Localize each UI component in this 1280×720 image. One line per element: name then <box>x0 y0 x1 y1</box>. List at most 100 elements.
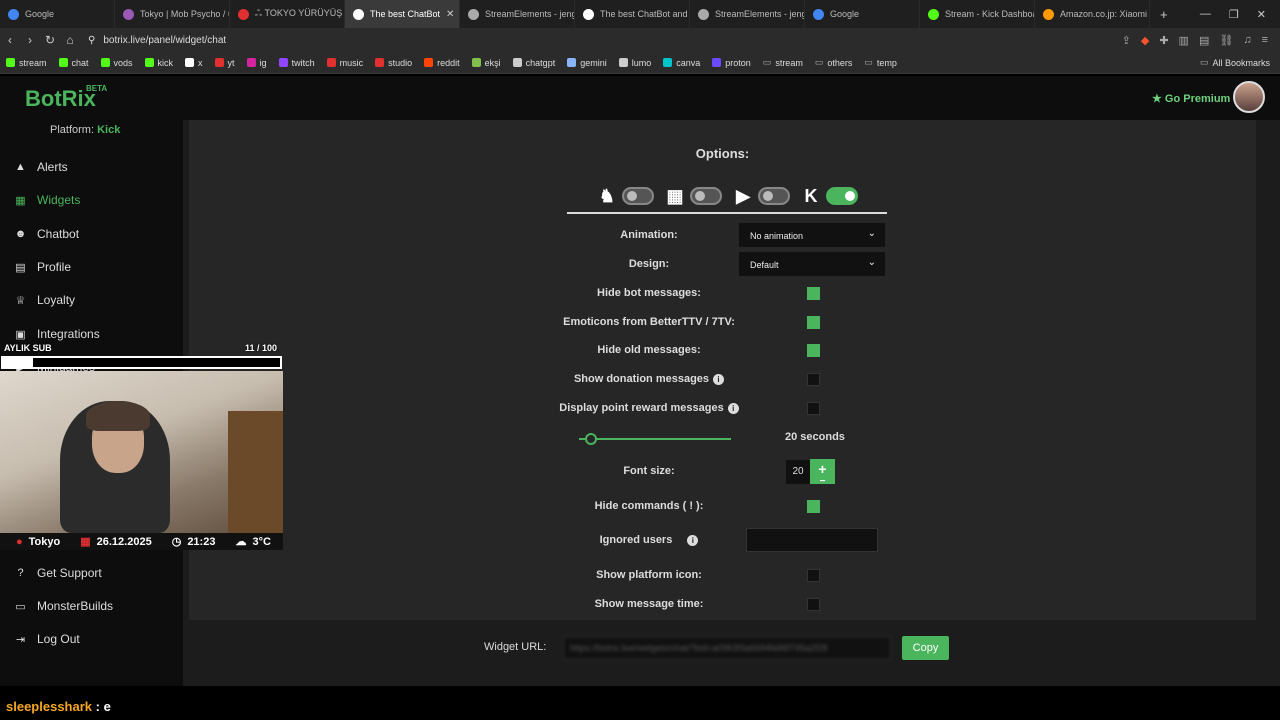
browser-tab[interactable]: Google <box>0 0 115 28</box>
menu-icon[interactable]: ≡ <box>1262 34 1268 47</box>
date-text: 26.12.2025 <box>96 535 152 548</box>
message-duration-slider[interactable] <box>579 438 731 440</box>
bookmark-item[interactable]: kick <box>139 58 180 68</box>
bookmark-item[interactable]: chatgpt <box>507 58 562 68</box>
sidebar-item-get-support[interactable]: ? Get Support <box>14 566 101 580</box>
maximize-button[interactable]: ❐ <box>1229 8 1239 21</box>
url-field[interactable]: botrix.live/panel/widget/chat <box>103 35 226 46</box>
browser-tab[interactable]: Google <box>805 0 920 28</box>
widget-url-field[interactable]: https://botrix.live/widgets/chat/?bid=a0… <box>563 636 891 660</box>
design-label: Design: <box>628 258 670 270</box>
forward-icon[interactable]: › <box>20 33 40 47</box>
minimize-button[interactable]: — <box>1200 8 1211 20</box>
all-bookmarks-button[interactable]: ▭ All Bookmarks <box>1194 57 1280 68</box>
browser-tab[interactable]: Stream - Kick Dashboa <box>920 0 1035 28</box>
browser-tab[interactable]: The best ChatBot and © <box>575 0 690 28</box>
sidebar-item-integrations[interactable]: ▣ Integrations <box>14 327 100 341</box>
info-icon[interactable]: i <box>713 373 725 385</box>
hide-commands-checkbox[interactable] <box>807 500 820 513</box>
sidebar-item-loyalty[interactable]: ♕ Loyalty <box>14 293 75 307</box>
bookmark-label: kick <box>157 57 174 68</box>
bookmark-label: vods <box>113 57 133 68</box>
calendar-icon: ▦ <box>80 536 91 548</box>
font-size-stepper[interactable]: + − <box>810 459 835 487</box>
font-size-input[interactable]: 20 <box>786 460 810 484</box>
close-window-button[interactable]: ✕ <box>1257 8 1266 21</box>
back-icon[interactable]: ‹ <box>0 33 20 47</box>
reading-icon[interactable]: ▤ <box>1199 34 1209 47</box>
sidebar-item-alerts[interactable]: ▲ Alerts <box>14 160 68 174</box>
bookmark-item[interactable]: lumo <box>613 58 658 68</box>
new-tab-button[interactable]: + <box>1150 7 1178 22</box>
bookmark-item[interactable]: studio <box>369 58 418 68</box>
option-checkbox[interactable] <box>807 316 820 329</box>
bookmark-item[interactable]: ▭ temp <box>858 57 903 68</box>
bookmark-item[interactable]: ▭ others <box>809 57 859 68</box>
sidebar-item-widgets[interactable]: ▦ Widgets <box>14 193 80 207</box>
time-text: 21:23 <box>187 535 216 548</box>
sidebar-item-chatbot[interactable]: ☻ Chatbot <box>14 227 79 241</box>
sidebar-item-label: Integrations <box>37 327 100 341</box>
youtube-toggle[interactable] <box>758 187 790 205</box>
browser-tab[interactable]: ஃ TOKYO YÜRÜYÜŞ TU <box>230 0 345 28</box>
bookmark-favicon-icon <box>712 58 722 67</box>
bookmark-item[interactable]: stream <box>0 58 53 68</box>
close-tab-icon[interactable]: ✕ <box>446 9 454 20</box>
info-icon[interactable]: i <box>687 534 699 546</box>
sub-goal-fill <box>3 358 34 367</box>
bookmark-item[interactable]: ig <box>241 58 273 68</box>
ignored-users-input[interactable] <box>746 528 878 552</box>
copy-button[interactable]: Copy <box>902 636 949 660</box>
go-premium-button[interactable]: ★ Go Premium <box>1152 92 1230 105</box>
bookmark-item[interactable]: x <box>179 58 209 68</box>
browser-tab[interactable]: StreamElements - jeng <box>690 0 805 28</box>
slider-handle[interactable] <box>585 433 597 445</box>
sidebar-icon[interactable]: ▥ <box>1179 34 1189 47</box>
share-icon[interactable]: ⇪ <box>1122 34 1131 47</box>
bookmark-item[interactable]: yt <box>209 58 241 68</box>
option-checkbox[interactable] <box>807 402 820 415</box>
bookmark-item[interactable]: ekşi <box>466 58 507 68</box>
animation-select[interactable]: No animation ⌄ <box>739 223 885 247</box>
option-checkbox[interactable] <box>807 287 820 300</box>
bookmark-item[interactable]: ▭ stream <box>757 57 809 68</box>
browser-tab[interactable]: The best ChatBot ✕ <box>345 0 460 28</box>
browser-tab[interactable]: StreamElements - jeng <box>460 0 575 28</box>
get-support-icon: ? <box>17 567 24 579</box>
browser-tab[interactable]: Tokyo | Mob Psycho / © <box>115 0 230 28</box>
media-icon[interactable]: ♫ <box>1243 34 1251 47</box>
info-icon[interactable]: i <box>727 402 739 414</box>
bookmark-item[interactable]: music <box>321 58 370 68</box>
kick-toggle[interactable] <box>826 187 858 205</box>
option-checkbox[interactable] <box>807 344 820 357</box>
brave-shield-icon[interactable]: ◆ <box>1141 34 1149 47</box>
bookmark-item[interactable]: proton <box>706 58 757 68</box>
bookmark-item[interactable]: twitch <box>273 58 321 68</box>
bookmark-item[interactable]: vods <box>95 58 139 68</box>
reload-icon[interactable]: ↻ <box>40 33 60 47</box>
site-info-icon[interactable]: ⚲ <box>88 35 95 46</box>
sidebar-item-monsterbuilds[interactable]: ▭ MonsterBuilds <box>14 599 113 613</box>
option-label: Display point reward messages i <box>549 402 749 414</box>
twitch-toggle[interactable] <box>690 187 722 205</box>
sidebar-item-profile[interactable]: ▤ Profile <box>14 260 71 274</box>
link-icon[interactable]: ⛓ <box>1219 34 1233 47</box>
browser-tab[interactable]: Amazon.co.jp: Xiaomi <box>1035 0 1150 28</box>
show-platform-icon-checkbox[interactable] <box>807 569 820 582</box>
sidebar-item-log-out[interactable]: ⇥ Log Out <box>14 632 80 646</box>
bookmark-item[interactable]: reddit <box>418 58 466 68</box>
home-icon[interactable]: ⌂ <box>60 33 80 47</box>
design-select[interactable]: Default ⌄ <box>739 252 885 276</box>
bookmark-item[interactable]: gemini <box>561 58 613 68</box>
bookmark-item[interactable]: canva <box>657 58 706 68</box>
avatar[interactable] <box>1233 81 1265 113</box>
extensions-icon[interactable]: ✚ <box>1159 34 1168 47</box>
address-bar: ‹ › ↻ ⌂ ⚲ botrix.live/panel/widget/chat … <box>0 28 1280 52</box>
show-message-time-checkbox[interactable] <box>807 598 820 611</box>
bookmark-item[interactable]: chat <box>53 58 95 68</box>
bookmarks-bar: stream chat vods kick x yt ig twitch music studio… <box>0 52 1280 74</box>
webcam-feed <box>0 371 283 533</box>
tab-favicon-icon <box>123 8 134 20</box>
streamelements-toggle[interactable] <box>622 187 654 205</box>
option-checkbox[interactable] <box>807 373 820 386</box>
